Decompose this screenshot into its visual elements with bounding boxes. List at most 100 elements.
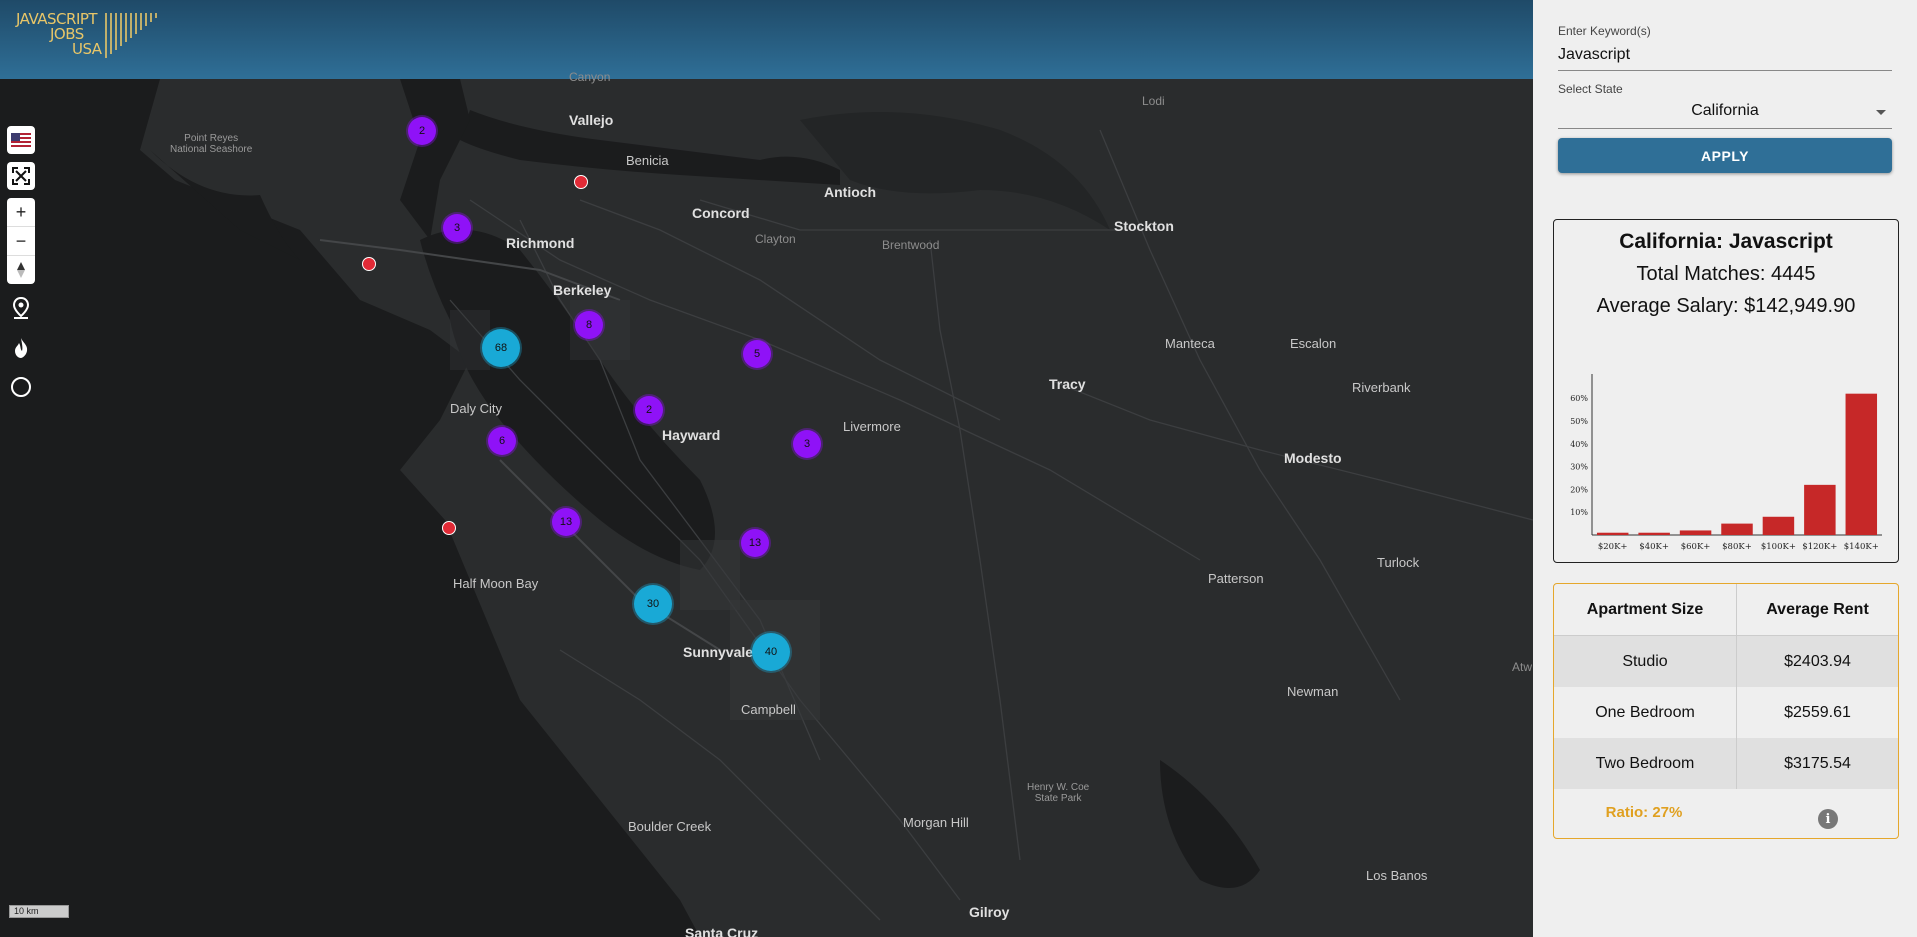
map-place-label: Tracy: [1049, 376, 1086, 392]
keyword-label: Enter Keyword(s): [1558, 24, 1651, 38]
map-place-label: Henry W. Coe State Park: [1027, 782, 1090, 804]
job-cluster[interactable]: 40: [752, 633, 790, 671]
chart-x-tick-label: $140K+: [1844, 542, 1879, 552]
map-place-label: Half Moon Bay: [453, 576, 539, 591]
chart-y-tick-label: 40%: [1570, 440, 1588, 449]
zoom-controls: + −: [7, 198, 35, 284]
site-logo[interactable]: JAVASCRIPT JOBS USA: [14, 10, 174, 65]
job-cluster[interactable]: 2: [408, 117, 436, 145]
map-pin-icon[interactable]: [9, 296, 33, 320]
average-rent: $2403.94: [1736, 635, 1898, 687]
chart-y-tick-label: 30%: [1570, 463, 1588, 472]
map-place-label: Riverbank: [1352, 380, 1411, 395]
map-place-label: Livermore: [843, 419, 901, 434]
map-place-label: Santa Cruz: [685, 925, 759, 937]
chart-bar: [1638, 532, 1670, 535]
chart-bar: [1596, 532, 1629, 535]
map-place-label: Richmond: [506, 235, 575, 251]
keyword-input[interactable]: Javascript: [1558, 46, 1892, 71]
map-place-label: Boulder Creek: [628, 819, 712, 834]
map-place-label: Morgan Hill: [903, 815, 969, 830]
logo-text-line3: USA: [72, 40, 102, 58]
map-place-label: Berkeley: [553, 282, 612, 298]
job-cluster[interactable]: 8: [575, 311, 603, 339]
rent-table-card: Apartment Size Average Rent Studio $2403…: [1553, 583, 1899, 839]
chart-x-tick-label: $40K+: [1639, 542, 1669, 552]
job-pin[interactable]: [574, 175, 588, 189]
flag-icon[interactable]: [7, 126, 35, 154]
job-cluster[interactable]: 2: [635, 396, 663, 424]
chart-y-tick-label: 60%: [1570, 394, 1588, 403]
logo-stripes: [105, 13, 157, 58]
fullscreen-icon[interactable]: [7, 162, 35, 190]
chart-bar: [1845, 393, 1878, 535]
summary-title: California: Javascript: [1619, 230, 1833, 253]
zoom-out-button[interactable]: −: [7, 227, 35, 256]
country-toggle[interactable]: [7, 126, 35, 154]
map-place-label: Point Reyes National Seashore: [170, 133, 253, 155]
map-place-label: Stockton: [1114, 218, 1174, 234]
job-cluster[interactable]: 5: [743, 340, 771, 368]
state-label: Select State: [1558, 82, 1623, 96]
compass-icon[interactable]: [7, 256, 35, 284]
table-row: Two Bedroom $3175.54: [1554, 738, 1898, 789]
map-place-label: Gilroy: [969, 904, 1010, 920]
chart-x-tick-label: $120K+: [1802, 542, 1837, 552]
total-matches: Total Matches: 4445: [1636, 263, 1816, 285]
chart-y-tick-label: 10%: [1570, 508, 1588, 517]
job-cluster[interactable]: 6: [488, 427, 516, 455]
map-place-label: Daly City: [450, 401, 503, 416]
fullscreen-control[interactable]: [7, 162, 35, 190]
apartment-size: Two Bedroom: [1554, 738, 1737, 789]
circle-icon[interactable]: [9, 375, 33, 399]
average-rent: $2559.61: [1784, 703, 1851, 721]
map-place-label: Escalon: [1290, 336, 1337, 351]
table-row: One Bedroom $2559.61: [1554, 687, 1898, 738]
map-place-label: Vallejo: [569, 112, 614, 128]
chevron-down-icon: [1876, 110, 1886, 115]
map-place-label: Concord: [692, 205, 750, 221]
map-place-label: Clayton: [755, 232, 796, 246]
job-pin[interactable]: [442, 521, 456, 535]
chart-x-tick-label: $100K+: [1761, 542, 1796, 552]
chart-x-tick-label: $60K+: [1681, 542, 1711, 552]
job-cluster[interactable]: 3: [443, 214, 471, 242]
apply-button[interactable]: APPLY: [1558, 138, 1892, 173]
map-view[interactable]: JAVASCRIPT JOBS USA Vallejo Benicia Concor…: [0, 0, 1533, 937]
top-header: JAVASCRIPT JOBS USA: [0, 0, 1533, 79]
chart-bar: [1679, 530, 1712, 535]
chart-x-tick-label: $20K+: [1598, 542, 1628, 552]
average-salary: Average Salary: $142,949.90: [1596, 295, 1856, 317]
zoom-in-button[interactable]: +: [7, 198, 35, 227]
chart-y-tick-label: 50%: [1570, 417, 1588, 426]
map-place-label: Canyon: [569, 70, 611, 84]
chart-bar: [1804, 484, 1836, 535]
table-row: Studio $2403.94: [1554, 635, 1898, 687]
map-place-label: Antioch: [824, 184, 877, 200]
map-place-label: Benicia: [626, 153, 669, 168]
job-cluster[interactable]: 68: [482, 329, 520, 367]
flame-icon[interactable]: [9, 336, 33, 360]
chart-bar: [1721, 523, 1753, 535]
map-place-label: Turlock: [1377, 555, 1420, 570]
chart-y-tick-label: 20%: [1570, 485, 1588, 494]
apartment-size: Studio: [1554, 635, 1737, 687]
column-header-size: Apartment Size: [1554, 584, 1737, 636]
apartment-size: One Bedroom: [1554, 687, 1737, 738]
state-select[interactable]: California: [1558, 102, 1892, 129]
info-icon[interactable]: i: [1818, 809, 1838, 829]
job-cluster[interactable]: 13: [741, 529, 769, 557]
job-cluster[interactable]: 13: [552, 508, 580, 536]
map-place-label: Hayward: [662, 427, 721, 443]
job-cluster[interactable]: 30: [634, 585, 672, 623]
job-cluster[interactable]: 3: [793, 430, 821, 458]
job-pin[interactable]: [362, 257, 376, 271]
chart-bar: [1762, 516, 1795, 535]
map-scale: 10 km: [9, 905, 69, 918]
side-panel: Enter Keyword(s) Javascript Select State…: [1533, 0, 1917, 937]
state-select-value: California: [1691, 102, 1759, 119]
rent-table: Apartment Size Average Rent Studio $2403…: [1554, 584, 1898, 789]
column-header-rent: Average Rent: [1736, 584, 1898, 636]
map-place-label: Atw: [1512, 660, 1533, 674]
map-place-label: Campbell: [741, 702, 796, 717]
